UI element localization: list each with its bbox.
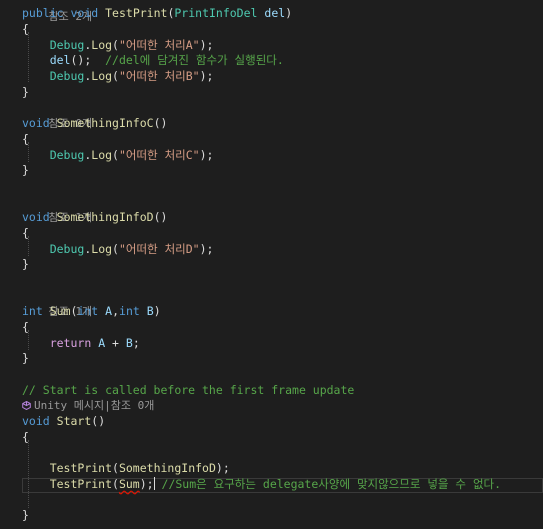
- code-line: {: [22, 320, 29, 336]
- method-name: Log: [91, 38, 113, 52]
- type-name: PrintInfoDel: [174, 6, 258, 20]
- open-brace: {: [22, 132, 29, 146]
- codelens-text: Unity 메시지|참조 0개: [34, 399, 155, 412]
- string-literal: "어떠한 처리D": [118, 242, 200, 256]
- code-line: {: [22, 226, 29, 242]
- code-line: }: [22, 85, 29, 101]
- parameter: A: [98, 336, 106, 350]
- code-line: }: [22, 508, 29, 524]
- code-line: void SomethingInfoD(): [22, 210, 168, 224]
- open-brace: {: [22, 226, 29, 240]
- open-brace: {: [22, 22, 29, 36]
- error-argument[interactable]: Sum: [119, 477, 140, 491]
- method-name: Log: [91, 148, 113, 162]
- unity-cube-icon: [22, 399, 31, 411]
- keyword: int: [119, 304, 140, 318]
- code-line: }: [22, 163, 29, 179]
- code-line: Debug.Log("어떠한 처리B");: [49, 69, 214, 83]
- class-name: Debug: [49, 38, 85, 52]
- string-literal: "어떠한 처리C": [118, 148, 200, 162]
- comment: //del에 담겨진 함수가 실행된다.: [105, 53, 284, 67]
- parameter: del: [264, 6, 286, 20]
- code-line: {: [22, 22, 29, 38]
- parameter: B: [146, 304, 154, 318]
- close-brace: }: [22, 257, 29, 271]
- method-name: TestPrint: [49, 461, 113, 475]
- code-line: // Start is called before the first fram…: [22, 383, 354, 399]
- code-line: return A + B;: [49, 336, 140, 350]
- close-brace: }: [22, 351, 29, 365]
- code-editor[interactable]: 참조 2개 public void TestPrint(PrintInfoDel…: [0, 0, 543, 529]
- code-line: void SomethingInfoC(): [22, 116, 168, 130]
- keyword: void: [22, 414, 50, 428]
- method-name: SomethingInfoD: [56, 210, 154, 224]
- method-name: SomethingInfoD: [118, 461, 216, 475]
- code-line: TestPrint(SomethingInfoD);: [49, 461, 230, 475]
- parameter: A: [105, 304, 113, 318]
- method-name: Sum: [49, 304, 71, 318]
- close-brace: }: [22, 85, 29, 99]
- keyword: void: [70, 6, 99, 20]
- code-line: void Start(): [22, 414, 106, 428]
- keyword: void: [22, 116, 50, 130]
- codelens-unity-message[interactable]: Unity 메시지|참조 0개: [22, 398, 154, 414]
- method-name: TestPrint: [105, 6, 168, 20]
- keyword: public: [22, 6, 64, 20]
- parameter: del: [49, 53, 71, 67]
- close-brace: }: [22, 163, 29, 177]
- open-brace: {: [22, 320, 29, 334]
- class-name: Debug: [49, 148, 85, 162]
- code-line: }: [22, 351, 29, 367]
- code-line: del(); //del에 담겨진 함수가 실행된다.: [49, 53, 284, 67]
- code-line: Debug.Log("어떠한 처리C");: [49, 148, 214, 162]
- string-literal: "어떠한 처리A": [118, 38, 200, 52]
- code-line: {: [22, 430, 29, 446]
- method-name: TestPrint: [49, 477, 113, 491]
- text-caret: [153, 477, 155, 490]
- method-name: Log: [91, 69, 113, 83]
- method-name: SomethingInfoC: [56, 116, 154, 130]
- string-literal: "어떠한 처리B": [118, 69, 200, 83]
- method-name: Log: [91, 242, 113, 256]
- code-line: public void TestPrint(PrintInfoDel del): [22, 6, 293, 20]
- code-line: Debug.Log("어떠한 처리D");: [49, 242, 214, 256]
- keyword: int: [22, 304, 43, 318]
- keyword: void: [22, 210, 50, 224]
- parameter: B: [125, 336, 133, 350]
- open-brace: {: [22, 430, 29, 444]
- class-name: Debug: [49, 69, 85, 83]
- codelens-references[interactable]: 참조 1개: [22, 194, 93, 224]
- keyword: int: [77, 304, 99, 318]
- keyword: return: [49, 336, 92, 350]
- class-name: Debug: [49, 242, 85, 256]
- comment: //Sum은 요구하는 delegate사양에 맞지않으므로 넣을 수 없다.: [161, 477, 502, 491]
- close-brace: }: [22, 508, 29, 522]
- code-line-current[interactable]: TestPrint(Sum); //Sum은 요구하는 delegate사양에 …: [22, 477, 501, 493]
- codelens-references[interactable]: 참조 0개: [22, 100, 93, 130]
- code-line: Debug.Log("어떠한 처리A");: [49, 38, 214, 52]
- method-name: Start: [56, 414, 92, 428]
- comment: // Start is called before the first fram…: [22, 383, 355, 397]
- code-line: }: [22, 257, 29, 273]
- codelens-references[interactable]: 참조 1개: [22, 288, 93, 318]
- code-line: {: [22, 132, 29, 148]
- code-line: int Sum(int A,int B): [22, 304, 161, 318]
